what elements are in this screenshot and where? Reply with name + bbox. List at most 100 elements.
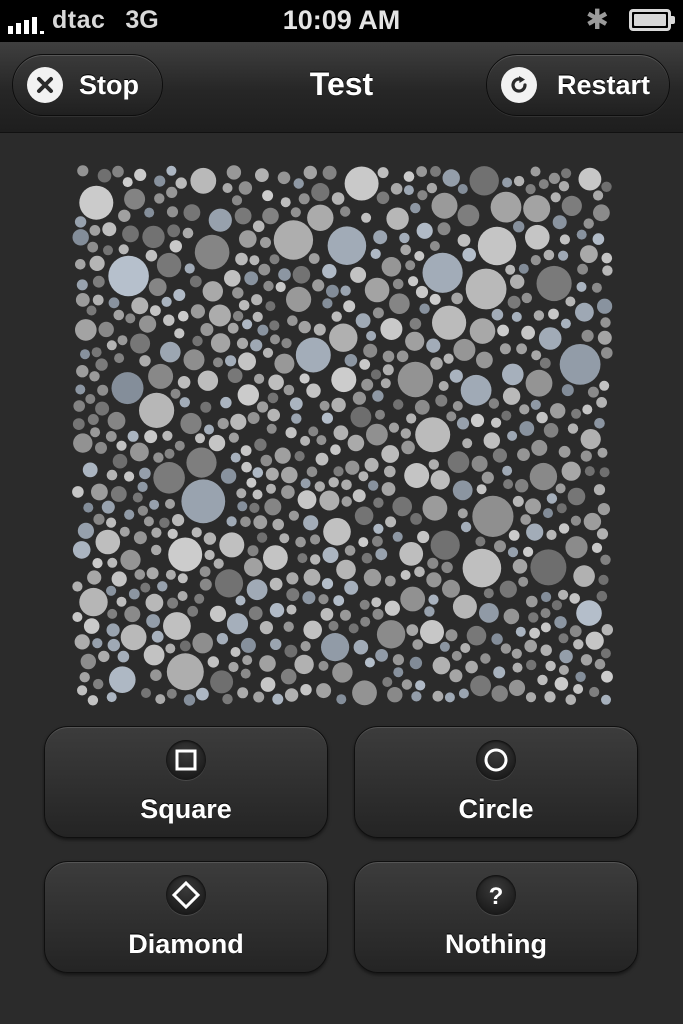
plate-dot xyxy=(109,666,136,693)
plate-dot xyxy=(575,671,586,682)
plate-dot xyxy=(366,330,377,341)
plate-dot xyxy=(72,541,91,559)
plate-dot xyxy=(457,204,480,227)
plate-dot xyxy=(525,184,536,195)
plate-dot xyxy=(490,191,522,223)
plate-dot xyxy=(242,655,253,666)
plate-dot xyxy=(525,692,537,703)
plate-dot xyxy=(503,608,520,625)
plate-dot xyxy=(151,527,162,538)
circle-button[interactable]: Circle xyxy=(354,726,638,838)
plate-dot xyxy=(242,319,253,330)
plate-dot xyxy=(373,497,384,508)
plate-dot xyxy=(208,304,231,327)
plate-dot xyxy=(576,229,587,240)
plate-dot xyxy=(264,498,282,516)
plate-dot xyxy=(263,545,288,570)
plate-dot xyxy=(173,289,186,301)
plate-dot xyxy=(538,327,562,350)
plate-dot xyxy=(550,192,561,203)
plate-dot xyxy=(95,441,107,454)
plate-dot xyxy=(75,384,86,395)
plate-dot xyxy=(102,222,117,237)
plate-dot xyxy=(181,479,226,524)
plate-dot xyxy=(442,579,460,598)
plate-dot xyxy=(602,265,613,276)
diamond-button[interactable]: Diamond xyxy=(44,861,328,973)
plate-dot xyxy=(72,581,83,592)
plate-dot xyxy=(288,510,299,521)
plate-dot xyxy=(111,372,144,405)
plate-dot xyxy=(230,647,241,657)
plate-dot xyxy=(244,271,259,286)
plate-dot xyxy=(227,322,239,334)
plate-dot xyxy=(336,559,356,580)
plate-dot xyxy=(295,536,306,548)
restart-button[interactable]: Restart xyxy=(486,54,670,116)
plate-dot xyxy=(192,632,213,654)
plate-dot xyxy=(142,225,165,249)
plate-dot xyxy=(227,368,243,383)
plate-dot xyxy=(157,581,168,592)
plate-dot xyxy=(319,490,340,511)
plate-dot xyxy=(139,315,157,333)
plate-dot xyxy=(98,321,114,338)
plate-dot xyxy=(479,603,499,623)
plate-dot xyxy=(266,483,276,494)
plate-dot xyxy=(364,657,375,668)
plate-dot xyxy=(183,204,201,221)
plate-dot xyxy=(311,183,330,202)
plate-dot xyxy=(263,280,274,292)
plate-dot xyxy=(294,451,305,462)
plate-dot xyxy=(344,580,359,595)
plate-dot xyxy=(559,234,570,245)
plate-dot xyxy=(266,423,277,434)
plate-dot xyxy=(597,503,611,516)
plate-dot xyxy=(531,439,548,456)
plate-dot xyxy=(210,670,234,694)
plate-dot xyxy=(422,495,448,521)
plate-dot xyxy=(284,688,299,702)
plate-dot xyxy=(481,471,494,484)
plate-dot xyxy=(397,361,434,398)
plate-dot xyxy=(331,367,357,393)
plate-dot xyxy=(269,254,280,265)
plate-dot xyxy=(382,350,395,363)
plate-dot xyxy=(281,466,298,484)
plate-dot xyxy=(204,424,214,435)
plate-dot xyxy=(601,181,612,192)
plate-dot xyxy=(360,616,371,627)
plate-dot xyxy=(494,540,506,553)
plate-dot xyxy=(318,660,329,671)
plate-dot xyxy=(375,409,385,420)
refresh-icon xyxy=(501,67,537,103)
plate-dot xyxy=(179,397,190,408)
plate-dot xyxy=(381,482,396,496)
plate-dot xyxy=(364,457,379,472)
plate-dot xyxy=(580,429,601,450)
plate-dot xyxy=(98,650,110,663)
plate-dot xyxy=(537,674,548,686)
plate-dot xyxy=(573,684,584,694)
plate-dot xyxy=(502,465,513,476)
plate-dot xyxy=(164,448,175,459)
plate-dot xyxy=(235,595,246,606)
plate-dot xyxy=(240,637,256,653)
plate-dot xyxy=(492,448,507,463)
plate-dot xyxy=(443,353,454,364)
square-button[interactable]: Square xyxy=(44,726,328,838)
plate-dot xyxy=(551,600,562,611)
plate-dot xyxy=(208,208,232,232)
plate-dot xyxy=(376,191,390,205)
plate-dot xyxy=(539,357,551,369)
plate-dot xyxy=(259,655,276,672)
plate-dot xyxy=(303,165,317,180)
plate-dot xyxy=(228,432,239,443)
plate-dot xyxy=(476,484,487,495)
plate-dot xyxy=(303,568,321,586)
plate-dot xyxy=(405,331,425,351)
plate-dot xyxy=(236,337,249,349)
nothing-button[interactable]: ? Nothing xyxy=(354,861,638,973)
plate-dot xyxy=(137,481,148,492)
plate-dot xyxy=(250,339,263,352)
